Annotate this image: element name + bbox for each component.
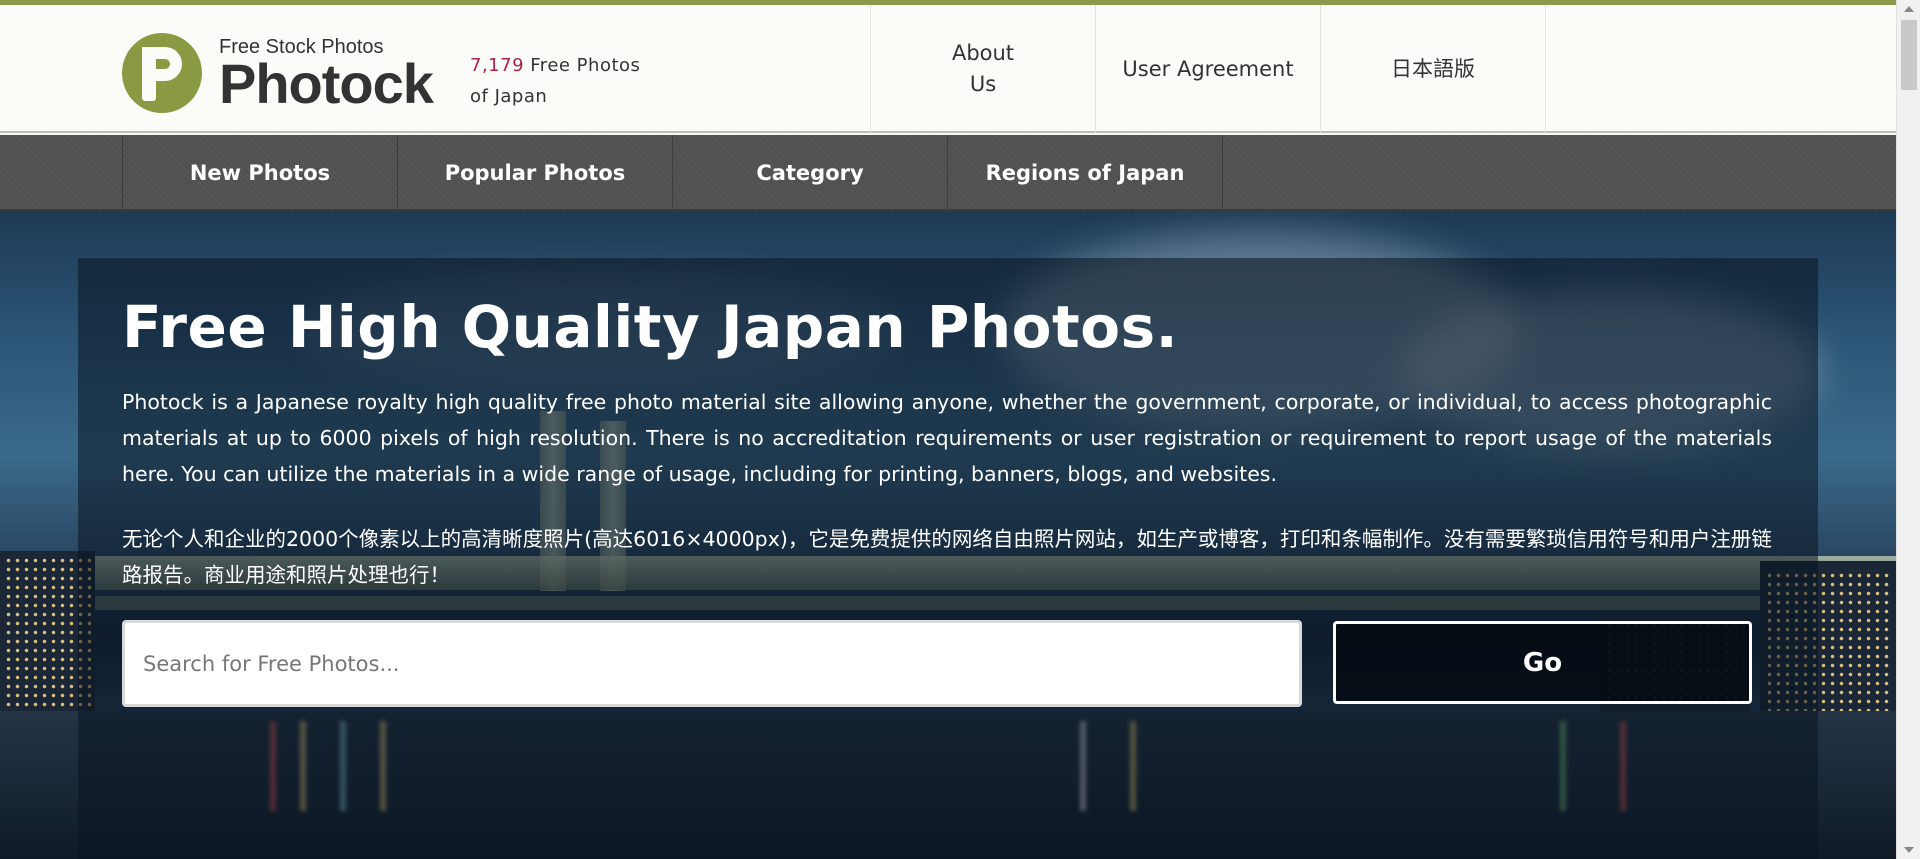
nav-japanese-version[interactable]: 日本語版	[1321, 5, 1546, 133]
logo-wordmark: Photock	[219, 52, 434, 115]
nav-user-agreement[interactable]: User Agreement	[1096, 5, 1321, 133]
nav-about-us[interactable]: About Us	[871, 5, 1096, 133]
main-nav: New Photos Popular Photos Category Regio…	[0, 135, 1896, 211]
scroll-down-icon[interactable]	[1904, 847, 1914, 853]
scrollbar-thumb[interactable]	[1901, 20, 1917, 90]
hero-description-en: Photock is a Japanese royalty high quali…	[122, 390, 1772, 486]
search-input[interactable]: Search for Free Photos...	[122, 620, 1302, 707]
photo-count-text: Free Photos	[530, 55, 641, 76]
photo-count: 7,179 Free Photos of Japan	[470, 50, 670, 112]
vertical-scrollbar[interactable]	[1896, 0, 1920, 859]
nav-popular-photos[interactable]: Popular Photos	[398, 135, 673, 211]
go-button[interactable]: Go	[1333, 621, 1752, 704]
nav-regions-of-japan[interactable]: Regions of Japan	[948, 135, 1223, 211]
hero-section: Free High Quality Japan Photos. Photock …	[0, 211, 1896, 859]
logo-p-icon	[122, 33, 202, 113]
header-nav: About Us User Agreement 日本語版	[870, 5, 1546, 133]
photo-count-text-2: of Japan	[470, 86, 548, 107]
scroll-up-icon[interactable]	[1904, 6, 1914, 12]
photo-count-number: 7,179	[470, 55, 525, 76]
hero-description-zh: 无论个人和企业的2000个像素以上的高清晰度照片(高达6016×4000px)，…	[122, 527, 1772, 587]
nav-category[interactable]: Category	[673, 135, 948, 211]
site-logo[interactable]: Free Stock Photos Photock	[122, 33, 434, 115]
nav-new-photos[interactable]: New Photos	[123, 135, 398, 211]
hero-title: Free High Quality Japan Photos.	[122, 293, 1179, 361]
site-header: Free Stock Photos Photock 7,179 Free Pho…	[0, 5, 1896, 133]
